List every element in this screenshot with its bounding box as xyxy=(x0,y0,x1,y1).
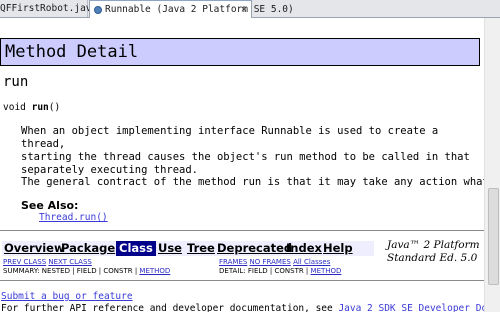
method-name-heading: run xyxy=(3,74,29,90)
signature-method-name: run xyxy=(31,102,49,113)
close-icon[interactable]: ✕ xyxy=(241,1,247,18)
see-also-label: See Also: xyxy=(21,199,79,212)
nav-deprecated[interactable]: Deprecated xyxy=(217,241,292,256)
method-contract: The general contract of the method run i… xyxy=(21,176,484,188)
developer-docs-text: For further API reference and developer … xyxy=(1,303,484,312)
description-line: starting the thread causes the object's … xyxy=(21,151,470,163)
docs-prefix: For further API reference and developer … xyxy=(1,303,339,312)
detail-label: DETAIL: FIELD | CONSTR | xyxy=(219,267,311,275)
nav-overview[interactable]: Overview xyxy=(4,241,65,256)
nav-package[interactable]: Package xyxy=(61,241,115,256)
thread-run-link[interactable]: Thread.run() xyxy=(39,212,108,223)
browser-icon xyxy=(94,5,102,14)
tab-label: QFFirstRobot.java xyxy=(0,3,98,14)
signature-return-type: void xyxy=(3,102,32,113)
nav-bar: Overview Package Class Use Tree Deprecat… xyxy=(2,241,374,256)
tab-runnable[interactable]: Runnable (Java 2 Platform SE 5.0) ✕ xyxy=(89,0,294,18)
nav-use[interactable]: Use xyxy=(158,241,182,256)
summary-method-link[interactable]: METHOD xyxy=(139,267,170,275)
signature-params: () xyxy=(48,102,61,113)
detail-method-link[interactable]: METHOD xyxy=(311,267,342,275)
vertical-scrollbar[interactable] xyxy=(484,18,500,312)
javadoc-page: Method Detail run void run() When an obj… xyxy=(0,18,484,312)
editor-tab-bar: QFFirstRobot.java Runnable (Java 2 Platf… xyxy=(0,0,500,18)
nav-index[interactable]: Index xyxy=(286,241,322,256)
summary-label: SUMMARY: NESTED | FIELD | CONSTR | xyxy=(3,267,140,275)
java-edition-line: Standard Ed. 5.0 xyxy=(387,252,478,264)
nav-tree[interactable]: Tree xyxy=(187,241,215,256)
class-nav: PREV CLASS NEXT CLASS xyxy=(3,258,92,267)
scrollbar-thumb[interactable] xyxy=(488,188,499,285)
nav-help[interactable]: Help xyxy=(323,241,353,256)
detail-nav: DETAIL: FIELD | CONSTR | METHOD xyxy=(219,267,341,276)
frames-nav: FRAMES NO FRAMES All Classes xyxy=(219,258,330,267)
sdk-docs-link[interactable]: Java 2 SDK SE Developer Documentation xyxy=(338,303,484,312)
java-platform-line: Java™ 2 Platform xyxy=(387,239,480,251)
submit-bug-link[interactable]: Submit a bug or feature xyxy=(1,291,133,302)
no-frames-link[interactable]: NO FRAMES xyxy=(250,258,291,266)
divider xyxy=(0,230,484,231)
method-detail-header: Method Detail xyxy=(0,38,480,66)
tab-qffirstrobot[interactable]: QFFirstRobot.java xyxy=(0,0,97,17)
summary-nav: SUMMARY: NESTED | FIELD | CONSTR | METHO… xyxy=(3,267,170,276)
description-line: When an object implementing interface Ru… xyxy=(21,125,439,150)
java-platform-label: Java™ 2 Platform Standard Ed. 5.0 xyxy=(387,239,480,265)
method-description: When an object implementing interface Ru… xyxy=(21,125,481,177)
all-classes-link[interactable]: All Classes xyxy=(293,258,330,266)
method-signature: void run() xyxy=(3,102,60,113)
divider xyxy=(0,280,484,281)
next-class-link[interactable]: NEXT CLASS xyxy=(48,258,91,266)
nav-class: Class xyxy=(116,241,156,256)
prev-class-link[interactable]: PREV CLASS xyxy=(3,258,46,266)
tab-label: Runnable (Java 2 Platform SE 5.0) xyxy=(105,4,294,15)
frames-link[interactable]: FRAMES xyxy=(219,258,247,266)
